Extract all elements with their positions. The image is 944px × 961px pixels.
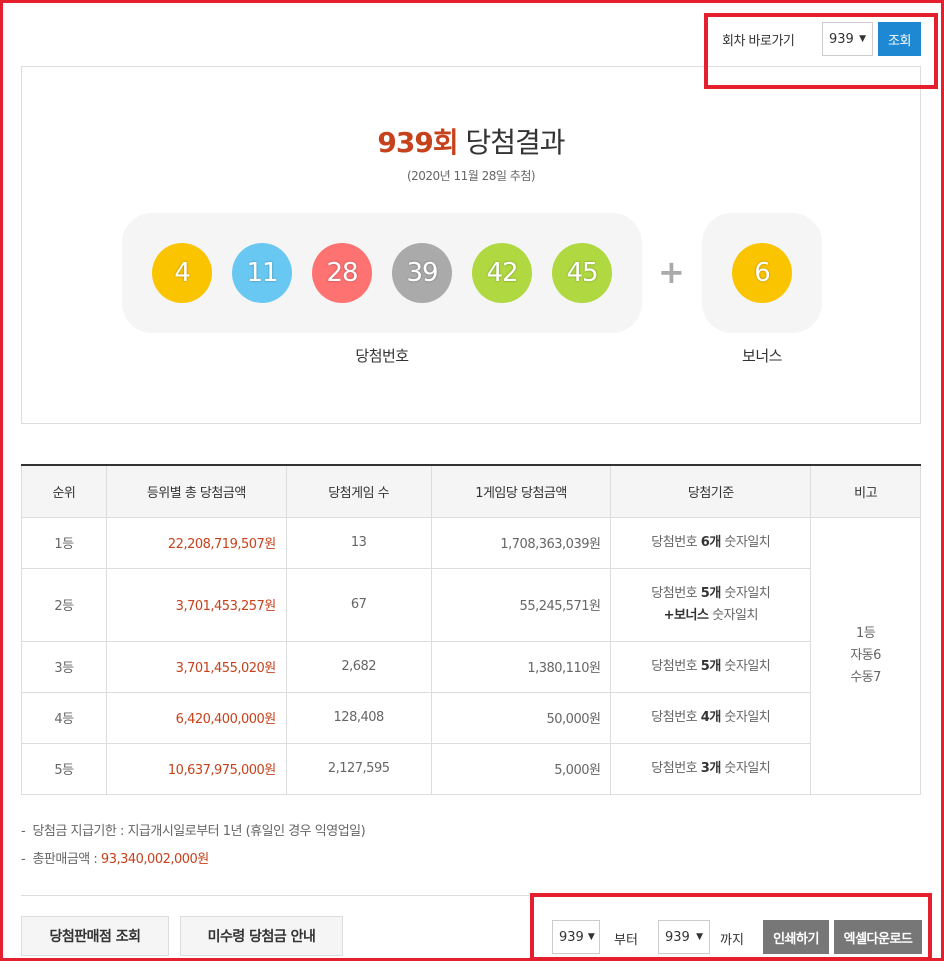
winning-store-search-button[interactable]: 당첨판매점 조회: [21, 916, 169, 956]
criteria-cell: 당첨번호 5개 숫자일치: [610, 640, 812, 693]
winners-cell: 2,127,595: [285, 742, 432, 795]
rank-cell: 3등: [21, 640, 107, 693]
winners-cell: 67: [285, 567, 432, 642]
per-game-prize-cell: 5,000원: [430, 742, 612, 795]
to-round-select[interactable]: 939 ▼: [658, 920, 710, 954]
winners-cell: 2,682: [285, 640, 432, 693]
round-number: 939회: [377, 126, 458, 159]
divider: [21, 895, 921, 896]
bonus-number-panel: 6: [702, 213, 822, 333]
criteria-cell: 당첨번호 4개 숫자일치: [610, 691, 812, 744]
col-header-winners: 당첨게임 수: [285, 464, 432, 518]
total-prize-cell: 3,701,453,257원: [105, 567, 287, 642]
note-item: - 당첨금 지급기한 : 지급개시일로부터 1년 (휴일인 경우 익영업일): [21, 824, 366, 839]
per-game-prize-cell: 55,245,571원: [430, 567, 612, 642]
table-row: 4등 6,420,400,000원 128,408 50,000원 당첨번호 4…: [21, 691, 921, 744]
per-game-prize-cell: 1,380,110원: [430, 640, 612, 693]
criteria-cell: 당첨번호 6개 숫자일치: [610, 516, 812, 569]
winning-number-ball: 11: [232, 243, 292, 303]
winning-number-ball: 42: [472, 243, 532, 303]
winners-cell: 13: [285, 516, 432, 569]
total-prize-cell: 3,701,455,020원: [105, 640, 287, 693]
caret-down-icon: ▼: [859, 34, 866, 44]
search-button[interactable]: 조회: [878, 22, 921, 56]
winning-numbers-caption: 당첨번호: [355, 347, 409, 365]
table-row: 1등 22,208,719,507원 13 1,708,363,039원 당첨번…: [21, 516, 921, 795]
col-header-criteria: 당첨기준: [610, 464, 812, 518]
criteria-cell: 당첨번호 5개 숫자일치 +보너스 숫자일치: [610, 567, 812, 642]
table-row: 2등 3,701,453,257원 67 55,245,571원 당첨번호 5개…: [21, 567, 921, 642]
winning-number-ball: 39: [392, 243, 452, 303]
round-goto-bar: 회차 바로가기 939 ▼ 조회: [722, 22, 921, 56]
winners-cell: 128,408: [285, 691, 432, 744]
caret-down-icon: ▼: [587, 932, 595, 942]
total-sales-value: 93,340,002,000원: [100, 852, 209, 867]
result-panel: 939회 당첨결과 (2020년 11월 28일 추첨) 4 11 28 39 …: [21, 66, 921, 424]
total-prize-cell: 6,420,400,000원: [105, 691, 287, 744]
remarks-cell: 1등 자동6 수동7: [810, 516, 921, 795]
winning-number-ball: 28: [312, 243, 372, 303]
bonus-caption: 보너스: [742, 347, 782, 365]
print-button[interactable]: 인쇄하기: [763, 920, 829, 954]
rank-cell: 1등: [21, 516, 107, 569]
winning-number-ball: 4: [152, 243, 212, 303]
excel-download-button[interactable]: 엑셀다운로드: [834, 920, 922, 954]
col-header-per-game: 1게임당 당첨금액: [430, 464, 612, 518]
table-row: 3등 3,701,455,020원 2,682 1,380,110원 당첨번호 …: [21, 640, 921, 693]
round-goto-label: 회차 바로가기: [722, 33, 795, 49]
from-round-select[interactable]: 939 ▼: [552, 920, 600, 954]
round-select-value: 939: [829, 31, 854, 47]
rank-cell: 4등: [21, 691, 107, 744]
rank-cell: 5등: [21, 742, 107, 795]
result-title: 939회 당첨결과: [22, 121, 920, 161]
table-row: 5등 10,637,975,000원 2,127,595 5,000원 당첨번호…: [21, 742, 921, 795]
unclaimed-prize-guide-button[interactable]: 미수령 당첨금 안내: [180, 916, 343, 956]
total-prize-cell: 22,208,719,507원: [105, 516, 287, 569]
download-range-bar: 939 ▼ 부터 939 ▼ 까지 인쇄하기 엑셀다운로드: [552, 920, 922, 954]
prize-table: 순위 등위별 총 당첨금액 당첨게임 수 1게임당 당첨금액 당첨기준 비고 1…: [21, 464, 921, 795]
per-game-prize-cell: 50,000원: [430, 691, 612, 744]
col-header-total: 등위별 총 당첨금액: [105, 464, 287, 518]
winning-numbers-panel: 4 11 28 39 42 45: [122, 213, 642, 333]
payment-period-note: 당첨금 지급기한 : 지급개시일로부터 1년 (휴일인 경우 익영업일): [32, 824, 366, 839]
bonus-number-ball: 6: [732, 243, 792, 303]
from-label: 부터: [614, 933, 638, 948]
col-header-rank: 순위: [21, 464, 107, 518]
note-item: - 총판매금액 : 93,340,002,000원: [21, 852, 209, 867]
round-select[interactable]: 939 ▼: [822, 22, 873, 56]
col-header-remarks: 비고: [810, 464, 921, 518]
per-game-prize-cell: 1,708,363,039원: [430, 516, 612, 569]
caret-down-icon: ▼: [696, 932, 703, 942]
rank-cell: 2등: [21, 567, 107, 642]
total-prize-cell: 10,637,975,000원: [105, 742, 287, 795]
total-sales-label: 총판매금액 :: [32, 852, 101, 867]
winning-number-ball: 45: [552, 243, 612, 303]
plus-icon: +: [658, 253, 685, 291]
draw-date: (2020년 11월 28일 추첨): [406, 169, 536, 183]
criteria-cell: 당첨번호 3개 숫자일치: [610, 742, 812, 795]
to-label: 까지: [720, 933, 744, 948]
result-title-suffix: 당첨결과: [457, 126, 566, 159]
table-header-row: 순위 등위별 총 당첨금액 당첨게임 수 1게임당 당첨금액 당첨기준 비고: [21, 464, 921, 518]
notes-list: - 당첨금 지급기한 : 지급개시일로부터 1년 (휴일인 경우 익영업일) -…: [21, 820, 366, 876]
